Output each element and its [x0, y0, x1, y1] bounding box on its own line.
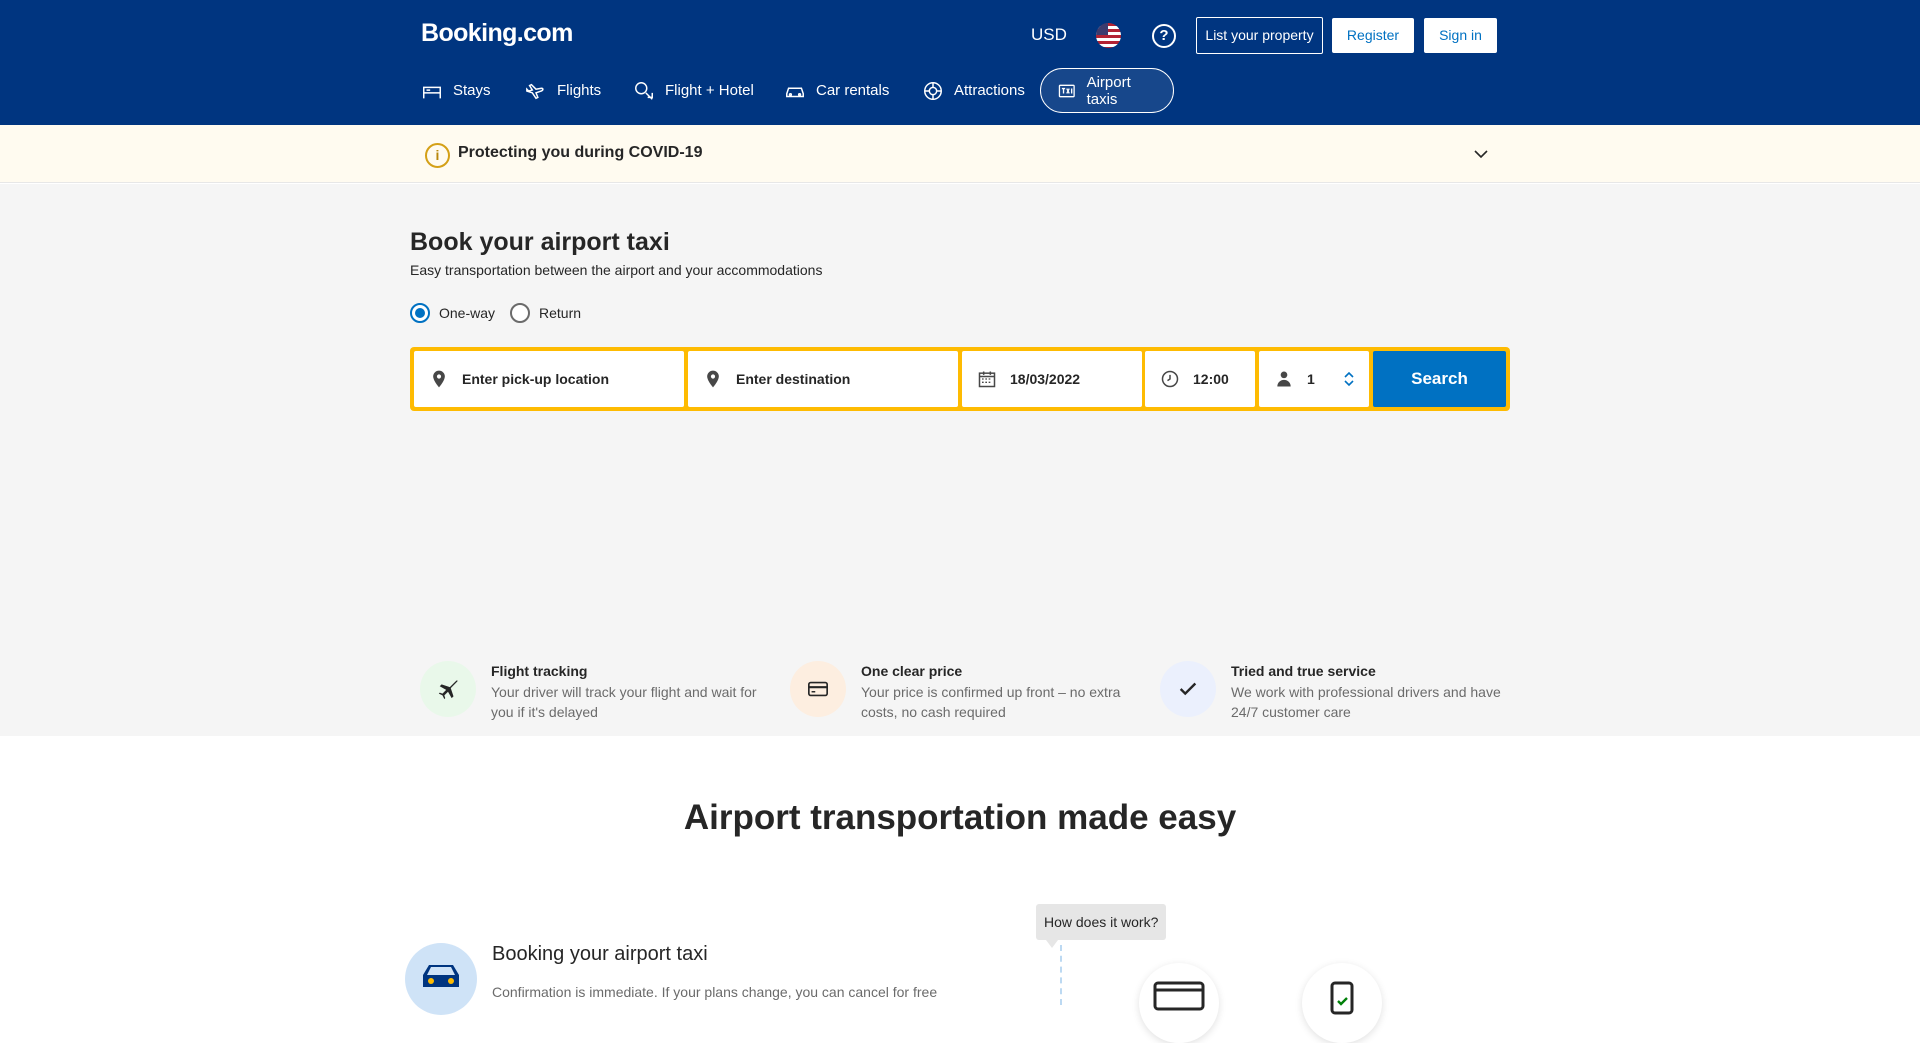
feature-title: Flight tracking	[491, 663, 588, 679]
info-icon: i	[425, 143, 450, 168]
us-flag-icon[interactable]	[1096, 23, 1121, 48]
clock-icon	[1161, 370, 1179, 388]
hero-section	[0, 184, 1920, 736]
sign-in-button[interactable]: Sign in	[1424, 18, 1497, 53]
destination-input[interactable]: Enter destination	[688, 351, 958, 407]
up-down-chevron-icon[interactable]	[1343, 371, 1355, 387]
section-title: Airport transportation made easy	[683, 798, 1237, 837]
nav-stays-label: Stays	[453, 82, 491, 99]
nav-flights-label: Flights	[557, 82, 602, 99]
nav-flights[interactable]: Flights	[509, 68, 617, 113]
passengers-stepper[interactable]: 1	[1259, 351, 1369, 407]
calendar-icon	[978, 371, 996, 388]
top-header: Booking.com USD ? List your property Reg…	[0, 0, 1920, 125]
booking-title: Booking your airport taxi	[492, 943, 708, 965]
covid-banner[interactable]: i Protecting you during COVID-19	[0, 125, 1920, 183]
pickup-location-input[interactable]: Enter pick-up location	[414, 351, 684, 407]
plane-icon	[438, 680, 458, 700]
phone-icon	[1330, 981, 1354, 1015]
attractions-icon	[924, 81, 942, 100]
feature-title: One clear price	[861, 663, 963, 679]
nav-airport-taxis[interactable]: Airport taxis	[1040, 68, 1174, 113]
list-property-button[interactable]: List your property	[1196, 17, 1323, 54]
feature-icon-circle	[420, 661, 476, 717]
how-it-works-bubble[interactable]: How does it work?	[1036, 904, 1167, 948]
dashed-connector	[1060, 945, 1062, 1005]
radio-one-way[interactable]: One-way	[410, 303, 495, 323]
car-icon	[786, 87, 804, 97]
page-title: Book your airport taxi	[410, 228, 670, 256]
nav-airport-taxis-label: Airport taxis	[1086, 73, 1131, 108]
feature-description: We work with professional drivers and ha…	[1231, 684, 1501, 720]
feature-tried-and-true: Tried and true service We work with prof…	[1160, 658, 1520, 724]
help-icon[interactable]: ?	[1152, 24, 1176, 48]
date-value: 18/03/2022	[1010, 371, 1081, 387]
search-bar: Enter pick-up location Enter destination…	[410, 347, 1510, 411]
nav-car-rentals-label: Car rentals	[816, 82, 890, 99]
register-button[interactable]: Register	[1332, 18, 1414, 53]
location-pin-icon	[433, 370, 445, 388]
radio-return-dot[interactable]	[510, 303, 530, 323]
time-value: 12:00	[1193, 371, 1229, 387]
flight-hotel-icon	[635, 81, 653, 100]
feature-title: Tried and true service	[1231, 663, 1376, 679]
credit-card-icon	[808, 681, 828, 697]
search-button[interactable]: Search	[1373, 351, 1506, 407]
feature-icon-circle	[790, 661, 846, 717]
nav-flight-hotel-label: Flight + Hotel	[665, 82, 754, 99]
person-icon	[1277, 371, 1291, 387]
nav-stays[interactable]: Stays	[405, 68, 507, 113]
radio-one-way-dot[interactable]	[410, 303, 430, 323]
pickup-placeholder: Enter pick-up location	[462, 371, 610, 387]
nav-attractions[interactable]: Attractions	[906, 68, 1041, 113]
nav-car-rentals[interactable]: Car rentals	[768, 68, 905, 113]
destination-placeholder: Enter destination	[736, 371, 851, 387]
checkmark-icon	[1179, 682, 1197, 696]
radio-return[interactable]: Return	[510, 303, 581, 323]
laptop-icon	[1153, 981, 1205, 1011]
step-phone-illustration	[1302, 963, 1382, 1043]
booking-logo[interactable]: Booking.com	[421, 19, 573, 48]
bed-icon	[423, 86, 441, 98]
car-icon	[423, 965, 459, 987]
feature-icon-circle	[1160, 661, 1216, 717]
radio-return-label: Return	[539, 305, 582, 321]
feature-description: Your price is confirmed up front – no ex…	[861, 684, 1121, 720]
plane-icon	[526, 83, 544, 99]
currency-selector[interactable]: USD	[1031, 25, 1067, 45]
date-picker[interactable]: 18/03/2022	[962, 351, 1142, 407]
page-subtitle: Easy transportation between the airport …	[410, 262, 823, 278]
time-picker[interactable]: 12:00	[1145, 351, 1255, 407]
feature-one-clear-price: One clear price Your price is confirmed …	[790, 658, 1150, 724]
nav-attractions-label: Attractions	[954, 82, 1025, 99]
radio-one-way-label: One-way	[439, 305, 496, 321]
nav-flight-hotel[interactable]: Flight + Hotel	[617, 68, 770, 113]
feature-flight-tracking: Flight tracking Your driver will track y…	[420, 658, 780, 724]
car-illustration	[405, 943, 477, 1015]
feature-description: Your driver will track your flight and w…	[491, 684, 757, 720]
location-pin-icon	[707, 370, 719, 388]
passengers-value: 1	[1307, 371, 1315, 387]
chevron-down-icon[interactable]	[1473, 146, 1489, 162]
taxi-icon	[1058, 84, 1075, 97]
step-card-illustration	[1139, 963, 1219, 1043]
covid-title: Protecting you during COVID-19	[458, 144, 703, 161]
